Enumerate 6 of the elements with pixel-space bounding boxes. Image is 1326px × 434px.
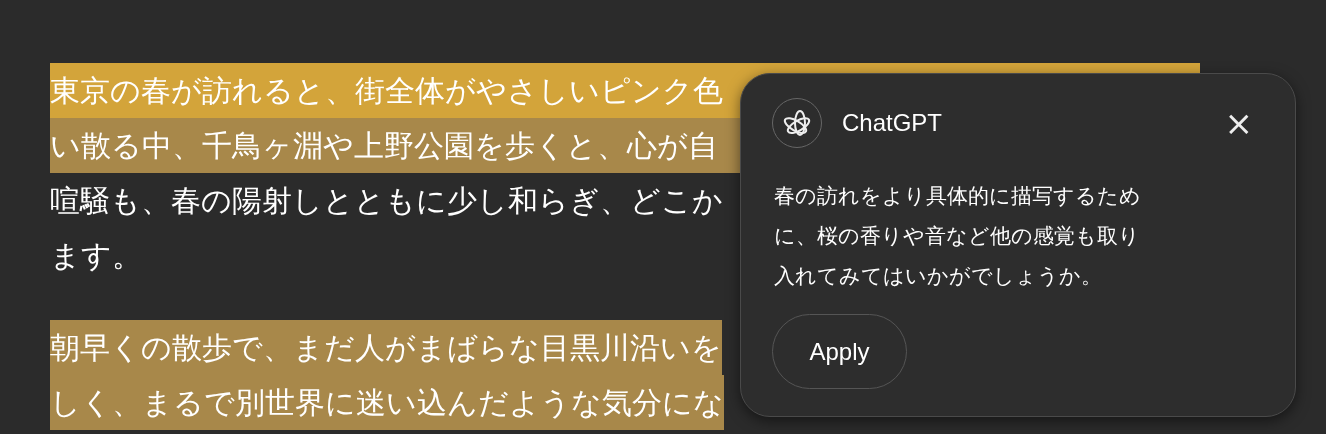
apply-button[interactable]: Apply (772, 314, 907, 389)
logo-icon (772, 98, 822, 148)
text-line: 喧騒も、春の陽射しとともに少し和らぎ、どこか (50, 182, 723, 220)
close-button[interactable]: × (1214, 106, 1263, 140)
text-line: ます。 (50, 237, 142, 275)
suggestion-text: 春の訪れをより具体的に描写するために、桜の香りや音など他の感覚も取り入れてみてはいかがでしょうか。 (774, 183, 1142, 290)
